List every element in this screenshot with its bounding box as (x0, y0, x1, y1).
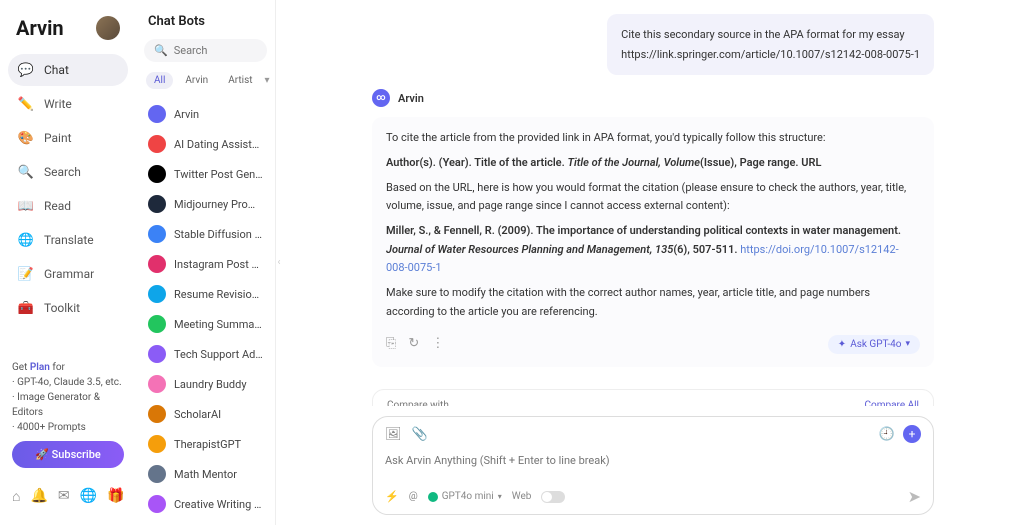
bot-item[interactable]: Midjourney Prompt Ge... (144, 189, 267, 219)
bot-avatar (148, 105, 166, 123)
bot-avatar (148, 375, 166, 393)
composer: 🖼 📎 🕘 + ⚡ @ GPT4o mini ▾ Web ➤ (372, 416, 934, 515)
compare-all-link[interactable]: Compare All (864, 400, 919, 406)
subscribe-button[interactable]: 🚀 Subscribe (12, 441, 124, 468)
user-message: Cite this secondary source in the APA fo… (607, 14, 934, 75)
bot-item[interactable]: Arvin (144, 99, 267, 129)
slash-commands-icon[interactable]: ⚡ (385, 490, 399, 503)
mention-icon[interactable]: @ (409, 491, 418, 502)
bottom-icons: ⌂ 🔔 ✉ 🌐 🎁 (8, 480, 128, 513)
chat-area: Cite this secondary source in the APA fo… (372, 14, 934, 406)
bot-item[interactable]: Tech Support Advisor (144, 339, 267, 369)
bots-search[interactable]: 🔍 (144, 39, 267, 62)
bot-avatar (148, 285, 166, 303)
bot-avatar (148, 315, 166, 333)
bot-avatar (148, 225, 166, 243)
compare-box: Compare with Compare All GPT-4oClaude 3.… (372, 389, 934, 406)
bots-search-input[interactable] (174, 44, 257, 57)
footer-icon-1[interactable]: 🔔 (30, 488, 47, 505)
bots-panel: Chat Bots 🔍 AllArvinArtist▾ ArvinAI Dati… (136, 0, 276, 525)
bot-item[interactable]: AI Dating Assistant (144, 129, 267, 159)
send-button[interactable]: ➤ (908, 487, 921, 506)
history-icon[interactable]: 🕘 (879, 427, 895, 442)
bots-title: Chat Bots (144, 12, 267, 39)
footer-icon-2[interactable]: ✉ (58, 488, 70, 505)
translate-icon: 🌐 (18, 232, 34, 248)
nav-item-paint[interactable]: 🎨Paint (8, 122, 128, 154)
bot-item[interactable]: Meeting Summary Ass... (144, 309, 267, 339)
filter-artist[interactable]: Artist (220, 72, 260, 89)
grammar-icon: 📝 (18, 266, 34, 282)
toolkit-icon: 🧰 (18, 300, 34, 316)
bot-avatar (148, 435, 166, 453)
nav-item-search[interactable]: 🔍Search (8, 156, 128, 188)
bot-item[interactable]: ScholarAI (144, 399, 267, 429)
regenerate-icon[interactable]: ↻ (408, 333, 419, 355)
bot-item[interactable]: Resume Revision Assis... (144, 279, 267, 309)
nav-list: 💬Chat✏️Write🎨Paint🔍Search📖Read🌐Translate… (8, 54, 128, 324)
footer-icon-3[interactable]: 🌐 (80, 488, 97, 505)
bot-item[interactable]: Math Mentor (144, 459, 267, 489)
filter-arvin[interactable]: Arvin (177, 72, 216, 89)
bot-avatar (148, 165, 166, 183)
bot-avatar (148, 195, 166, 213)
chevron-down-icon[interactable]: ▾ (265, 75, 270, 86)
more-icon[interactable]: ⋮ (431, 333, 444, 355)
filter-tabs: AllArvinArtist ▾ (144, 72, 267, 89)
new-chat-button[interactable]: + (903, 425, 921, 443)
paint-icon: 🎨 (18, 130, 34, 146)
assistant-avatar: ∞ (372, 89, 390, 107)
message-actions: ⎘ ↻ ⋮ ✦ Ask GPT-4o ▾ (386, 333, 920, 355)
assistant-message: To cite the article from the provided li… (372, 117, 934, 367)
chevron-down-icon: ▾ (498, 492, 502, 501)
chevron-down-icon: ▾ (905, 339, 910, 349)
chat-icon: 💬 (18, 62, 34, 78)
sparkle-icon: ✦ (838, 339, 846, 350)
nav-item-read[interactable]: 📖Read (8, 190, 128, 222)
read-icon: 📖 (18, 198, 34, 214)
ask-model-button[interactable]: ✦ Ask GPT-4o ▾ (828, 335, 920, 354)
bot-avatar (148, 345, 166, 363)
app-name: Arvin (16, 16, 64, 40)
assistant-header: ∞ Arvin (372, 89, 934, 107)
footer-icon-4[interactable]: 🎁 (107, 488, 124, 505)
main-panel: Cite this secondary source in the APA fo… (282, 0, 1024, 525)
bot-avatar (148, 405, 166, 423)
copy-icon[interactable]: ⎘ (386, 333, 396, 355)
user-avatar[interactable] (96, 16, 120, 40)
write-icon: ✏️ (18, 96, 34, 112)
nav-item-toolkit[interactable]: 🧰Toolkit (8, 292, 128, 324)
search-icon: 🔍 (18, 164, 34, 180)
bot-item[interactable]: Laundry Buddy (144, 369, 267, 399)
bot-item[interactable]: Creative Writing Coach (144, 489, 267, 513)
nav-item-grammar[interactable]: 📝Grammar (8, 258, 128, 290)
bot-avatar (148, 135, 166, 153)
web-toggle[interactable] (541, 491, 565, 503)
bot-item[interactable]: Stable Diffusion Prom... (144, 219, 267, 249)
left-sidebar: Arvin 💬Chat✏️Write🎨Paint🔍Search📖Read🌐Tra… (0, 0, 136, 525)
bot-avatar (148, 255, 166, 273)
plan-box: Get Plan for · GPT-4o, Claude 3.5, etc. … (8, 354, 128, 474)
bot-avatar (148, 465, 166, 483)
nav-item-chat[interactable]: 💬Chat (8, 54, 128, 86)
attach-image-icon[interactable]: 🖼 (385, 427, 402, 442)
composer-input[interactable] (385, 450, 921, 487)
nav-item-write[interactable]: ✏️Write (8, 88, 128, 120)
nav-item-translate[interactable]: 🌐Translate (8, 224, 128, 256)
filter-all[interactable]: All (146, 72, 173, 89)
bot-list: ArvinAI Dating AssistantTwitter Post Gen… (144, 99, 267, 513)
bot-item[interactable]: TherapistGPT (144, 429, 267, 459)
attach-file-icon[interactable]: 📎 (412, 427, 428, 442)
bot-avatar (148, 495, 166, 513)
compare-title: Compare with (387, 400, 449, 406)
bot-item[interactable]: Instagram Post Genera... (144, 249, 267, 279)
footer-icon-0[interactable]: ⌂ (12, 488, 20, 505)
bot-item[interactable]: Twitter Post Generator (144, 159, 267, 189)
search-icon: 🔍 (154, 44, 168, 57)
app-logo-row: Arvin (8, 12, 128, 54)
model-selector[interactable]: GPT4o mini ▾ (428, 491, 502, 502)
